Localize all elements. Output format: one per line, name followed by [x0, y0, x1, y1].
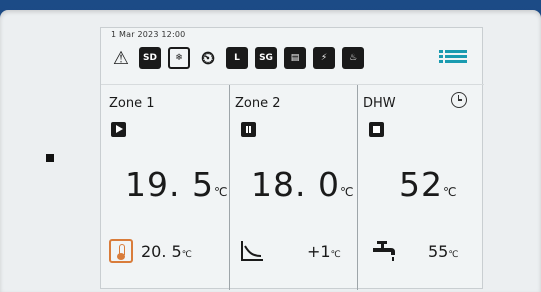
- dhw-label: DHW: [363, 96, 396, 111]
- low-tariff-icon[interactable]: L: [226, 47, 248, 69]
- indicator-led: [46, 154, 54, 162]
- zone1-temperature[interactable]: 19. 5℃: [125, 165, 227, 204]
- silent-mode-icon[interactable]: SD: [139, 47, 161, 69]
- status-icon-bar: ⚠ SD ❄ ⏲ L SG ▤ ⚡ ♨: [110, 46, 364, 70]
- display-screen: 1 Mar 2023 12:00 ⚠ SD ❄ ⏲ L SG ▤ ⚡ ♨ Zon…: [100, 27, 484, 290]
- play-icon[interactable]: [111, 122, 126, 137]
- zone2-temperature[interactable]: 18. 0℃: [251, 165, 353, 204]
- header-divider: [101, 84, 484, 85]
- zone2-label: Zone 2: [235, 96, 281, 111]
- timer-icon[interactable]: ⏲: [197, 47, 219, 69]
- column-divider: [357, 85, 358, 290]
- dhw-setpoint[interactable]: 55℃: [428, 242, 458, 261]
- zone2-offset[interactable]: +1℃: [307, 242, 341, 261]
- electric-heater-icon[interactable]: ⚡: [313, 47, 335, 69]
- menu-icon[interactable]: [439, 48, 467, 66]
- schedule-clock-icon[interactable]: [451, 92, 467, 108]
- zone1-label: Zone 1: [109, 96, 155, 111]
- pause-icon[interactable]: [241, 122, 256, 137]
- water-tap-icon: [373, 241, 395, 261]
- weather-curve-icon: [241, 241, 263, 261]
- dhw-temperature[interactable]: 52℃: [399, 165, 456, 204]
- smart-grid-icon[interactable]: SG: [255, 47, 277, 69]
- warning-icon[interactable]: ⚠: [110, 47, 132, 69]
- zone1-setpoint[interactable]: 20. 5℃: [141, 242, 192, 261]
- date-time: 1 Mar 2023 12:00: [111, 30, 186, 39]
- room-thermostat-icon: [109, 239, 133, 263]
- defrost-icon[interactable]: ❄: [168, 47, 190, 69]
- fire-icon[interactable]: ♨: [342, 47, 364, 69]
- boiler-icon[interactable]: ▤: [284, 47, 306, 69]
- column-divider: [229, 85, 230, 290]
- stop-icon[interactable]: [369, 122, 384, 137]
